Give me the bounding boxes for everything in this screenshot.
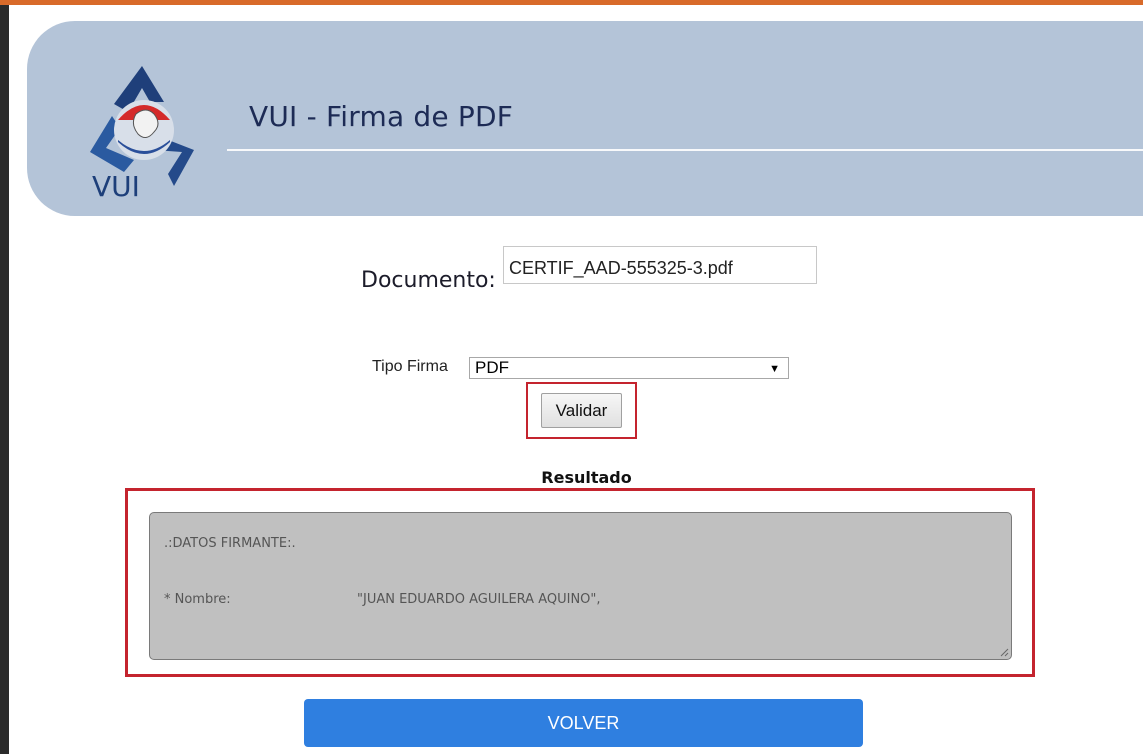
dropdown-arrow-icon: ▼ <box>769 363 780 375</box>
tipo-firma-selected-value: PDF <box>475 358 509 377</box>
logo-text: VUI <box>92 170 140 202</box>
nombre-label: * Nombre: <box>164 592 231 607</box>
volver-button[interactable]: VOLVER <box>304 699 863 747</box>
resultado-heading: Resultado <box>541 468 632 487</box>
tipo-firma-select[interactable]: PDF ▼ <box>469 357 789 379</box>
tipo-firma-label: Tipo Firma <box>372 358 448 375</box>
resize-grip-icon[interactable] <box>999 647 1009 657</box>
nombre-value: "JUAN EDUARDO AGUILERA AQUINO", <box>357 592 601 607</box>
resultado-textarea[interactable]: .:DATOS FIRMANTE:. * Nombre: "JUAN EDUAR… <box>149 512 1012 660</box>
page-title: VUI - Firma de PDF <box>249 100 514 133</box>
datos-firmante-heading: .:DATOS FIRMANTE:. <box>164 536 296 551</box>
banner-divider <box>227 149 1143 151</box>
left-border <box>0 5 9 754</box>
validar-button[interactable]: Validar <box>541 393 622 428</box>
vui-logo-icon: VUI <box>90 66 194 202</box>
documento-file-input[interactable] <box>503 246 817 284</box>
documento-label: Documento: <box>361 268 496 293</box>
